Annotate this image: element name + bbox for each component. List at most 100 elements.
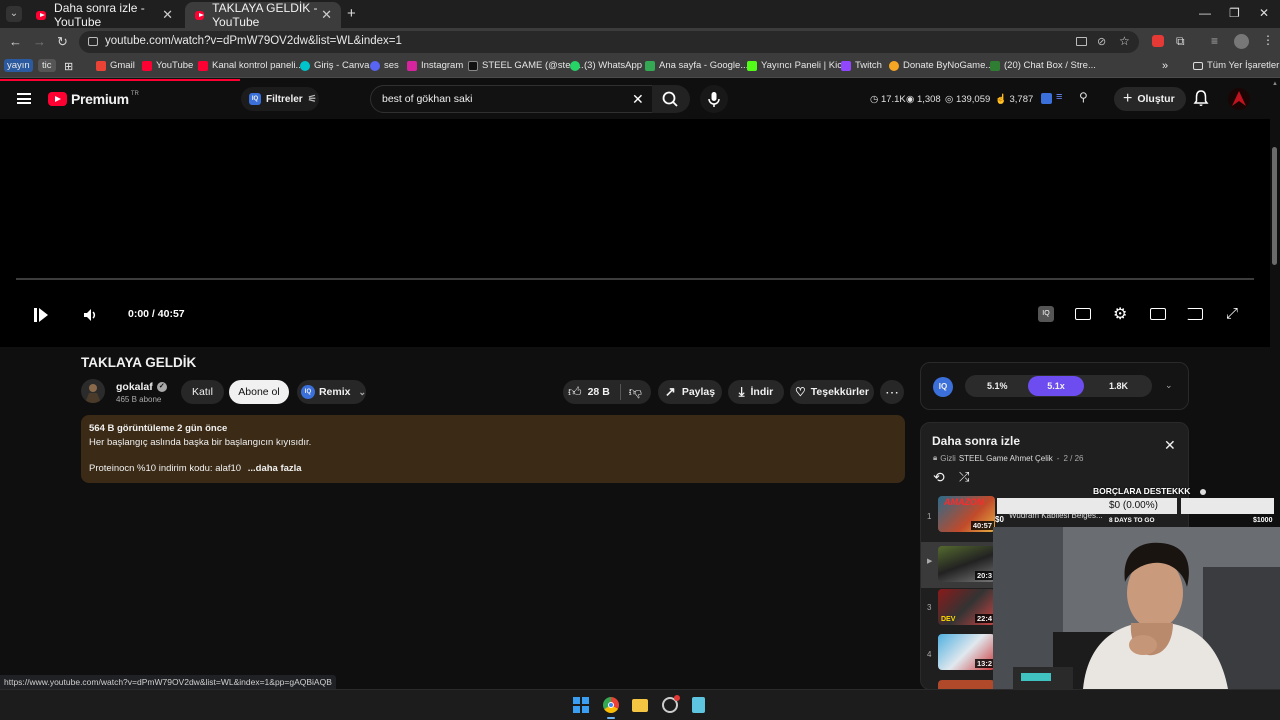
chevron-down-icon[interactable]: ⌄ [1165, 380, 1173, 391]
loop-icon[interactable]: ⟲ [933, 469, 945, 486]
thanks-button[interactable]: ♡ Teşekkürler [790, 380, 874, 404]
search-button[interactable] [652, 85, 690, 113]
bookmark-google[interactable]: Ana sayfa - Google... [645, 60, 748, 71]
bookmark-canva[interactable]: Giriş - Canva [300, 60, 369, 71]
reload-icon[interactable]: ↻ [57, 35, 68, 49]
close-window-icon[interactable]: ✕ [1259, 6, 1269, 20]
join-button[interactable]: Katıl [181, 380, 224, 404]
show-more-link[interactable]: ...daha fazla [248, 463, 302, 474]
scrollbar-thumb[interactable] [1272, 147, 1277, 265]
separator: - [1056, 453, 1060, 463]
bookmark-instagram[interactable]: Instagram [407, 60, 463, 71]
close-tab-icon[interactable]: ✕ [162, 7, 173, 23]
iq-player-button[interactable]: IQ [1038, 306, 1054, 322]
site-info-icon[interactable] [88, 37, 98, 46]
youtube-premium-logo[interactable]: Premium TR [48, 91, 139, 107]
clear-search-icon[interactable]: ✕ [632, 91, 644, 108]
settings-gear-icon[interactable]: ⚙ [1113, 304, 1127, 324]
browser-menu-icon[interactable]: ⋮ [1262, 33, 1274, 47]
download-button[interactable]: ⤓ İndir [728, 380, 784, 404]
bookmark-whatsapp[interactable]: (3) WhatsApp [570, 60, 642, 71]
scroll-up-arrow-icon[interactable]: ▲ [1272, 81, 1278, 87]
file-explorer-icon[interactable] [632, 699, 648, 712]
search-input[interactable]: best of gökhan saki [382, 93, 472, 105]
minimize-icon[interactable]: — [1199, 6, 1211, 20]
bookmark-label: Donate ByNoGame... [903, 60, 994, 71]
profile-avatar[interactable] [1234, 34, 1249, 49]
search-box[interactable]: best of gökhan saki ✕ [370, 85, 655, 113]
chrome-icon[interactable] [603, 697, 619, 713]
bookmark-tiktok[interactable]: STEEL GAME (@stee... [468, 60, 584, 71]
tab-search-button[interactable]: ⌄ [6, 6, 22, 22]
remix-button[interactable]: IQ Remix ⌄ [297, 380, 366, 404]
restore-icon[interactable]: ❐ [1229, 6, 1240, 20]
bookmark-tic[interactable]: tic [38, 59, 56, 72]
bookmark-channel-dashboard[interactable]: Kanal kontrol paneli... [198, 60, 303, 71]
shuffle-icon[interactable]: ⤮ [959, 469, 969, 485]
forward-icon[interactable]: → [33, 35, 46, 49]
hamburger-menu-icon[interactable] [17, 93, 31, 104]
description-box[interactable]: 564 B görüntüleme 2 gün önce Her başlang… [81, 415, 905, 483]
bookmark-youtube[interactable]: YouTube [142, 60, 193, 71]
channel-name[interactable]: gokalaf ✓ [116, 381, 167, 393]
rating-value-3[interactable]: 1.8K [1109, 381, 1128, 391]
bookmark-donate[interactable]: Donate ByNoGame... [889, 60, 993, 71]
bookmark-kick[interactable]: Yayıncı Paneli | Kick [747, 60, 847, 71]
like-button[interactable]: 👍︎ 28 B [563, 384, 610, 400]
reading-list-icon[interactable]: ≡ [1211, 34, 1218, 48]
create-button[interactable]: + Oluştur [1114, 87, 1186, 111]
bookmark-label: Tüm Yer İşaretleri [1207, 60, 1280, 71]
extensions-icon[interactable]: ⧉ [1176, 34, 1185, 49]
all-bookmarks[interactable]: Tüm Yer İşaretleri [1193, 60, 1280, 71]
share-button[interactable]: ↗ Paylaş [658, 380, 722, 404]
fullscreen-icon[interactable]: ⤢ [1226, 305, 1238, 322]
extension-badge-icon[interactable]: ⚲ [1079, 90, 1088, 104]
playlist-owner[interactable]: STEEL Game Ahmet Çelik [959, 454, 1053, 463]
dislike-button[interactable]: 👎︎ [629, 384, 642, 400]
more-bookmarks-icon[interactable]: » [1162, 60, 1168, 72]
channel-avatar[interactable] [81, 379, 105, 403]
bookmark-ses[interactable]: ses [370, 60, 399, 71]
notepad-icon[interactable] [692, 697, 705, 713]
apps-grid-icon[interactable]: ⊞ [64, 60, 73, 73]
bookmark-star-icon[interactable]: ☆ [1119, 34, 1130, 48]
thumbnail-text: DEV [941, 616, 956, 623]
bookmark-label: yayın [7, 60, 30, 71]
play-pause-button[interactable] [32, 306, 50, 324]
subtitles-icon[interactable] [1075, 308, 1091, 320]
browser-tab-active[interactable]: TAKLAYA GELDİK - YouTube ✕ [185, 1, 341, 29]
eye-off-icon[interactable]: ⊘ [1097, 35, 1106, 48]
adblock-extension-icon[interactable] [1152, 35, 1164, 47]
notifications-bell-icon[interactable] [1193, 89, 1209, 107]
iq-extension-icon[interactable] [1041, 93, 1052, 104]
rating-value-2[interactable]: 5.1x [1028, 376, 1084, 396]
playlist-title[interactable]: Daha sonra izle [932, 434, 1020, 448]
back-icon[interactable]: ← [9, 35, 22, 49]
seek-bar[interactable] [16, 278, 1254, 280]
close-tab-icon[interactable]: ✕ [321, 7, 332, 23]
new-tab-button[interactable]: + [347, 5, 356, 22]
miniplayer-icon[interactable] [1150, 308, 1166, 320]
install-app-icon[interactable] [1076, 37, 1087, 46]
filters-button[interactable]: IQ Filtreler ⚟ [241, 87, 319, 111]
bookmark-twitch[interactable]: Twitch [841, 60, 882, 71]
address-bar[interactable]: youtube.com/watch?v=dPmW79OV2dw&list=WL&… [79, 31, 1139, 53]
download-label: İndir [750, 386, 774, 398]
close-playlist-icon[interactable]: ✕ [1164, 437, 1176, 454]
cast-icon[interactable] [1187, 308, 1203, 320]
subscribe-button[interactable]: Abone ol [229, 380, 289, 404]
volume-button[interactable] [82, 306, 100, 324]
more-actions-button[interactable]: ⋯ [880, 380, 904, 404]
bookmark-chatbox[interactable]: (20) Chat Box / Stre... [990, 60, 1096, 71]
bookmark-profile-badge[interactable]: yayın [4, 59, 33, 72]
stat-subs: ◎ 139,059 [945, 94, 990, 105]
voice-search-button[interactable] [700, 85, 728, 113]
windows-start-icon[interactable] [573, 697, 589, 713]
bookmark-gmail[interactable]: Gmail [96, 60, 135, 71]
notification-badge [674, 695, 680, 701]
browser-tab-watch-later[interactable]: Daha sonra izle - YouTube ✕ [26, 1, 182, 29]
video-player[interactable]: 0:00 / 40:57 IQ ⚙ ⤢ [0, 119, 1270, 347]
rating-value-1[interactable]: 5.1% [987, 381, 1008, 391]
list-settings-icon[interactable]: ≡ [1056, 91, 1062, 103]
account-avatar[interactable] [1228, 88, 1250, 110]
